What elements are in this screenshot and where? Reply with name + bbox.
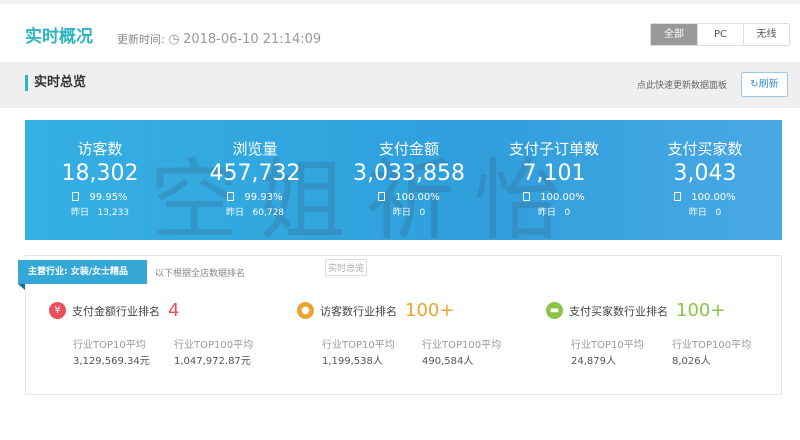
refresh-button[interactable]: ↻刷新 xyxy=(741,72,788,97)
refresh-label: 刷新 xyxy=(758,79,779,90)
refresh-icon: ↻ xyxy=(750,79,759,90)
update-time-value: 2018-06-10 21:14:09 xyxy=(183,32,322,47)
kpi-pct: 100.00% xyxy=(334,192,484,203)
rank-value: 100+ xyxy=(405,300,455,321)
update-label: 更新时间: xyxy=(117,33,165,46)
kpi-visitors: 访客数 18,302 99.95% 昨日 13,233 xyxy=(25,138,175,218)
industry-badge: 主营行业: 女装/女士精品 xyxy=(18,260,147,284)
section-title: 实时总览 xyxy=(25,75,86,91)
kpi-value: 457,732 xyxy=(209,161,301,186)
kpi-payment-amount: 支付金额 3,033,858 100.00% 昨日 0 xyxy=(334,138,484,218)
stat-top100: 行业TOP100平均 490,584人 xyxy=(422,340,502,367)
update-time: 更新时间: ◷ 2018-06-10 21:14:09 xyxy=(117,31,321,47)
rank-visitors: ● 访客数行业排名 100+ xyxy=(297,300,454,321)
user-icon: ● xyxy=(297,302,314,319)
industry-subtitle: 以下根据全店数据排名 xyxy=(155,269,246,279)
refresh-hint: 点此快速更新数据面板 xyxy=(637,81,728,91)
tab-wireless[interactable]: 无线 xyxy=(743,24,789,45)
phone-icon xyxy=(523,192,531,201)
kpi-yesterday: 昨日 0 xyxy=(537,208,571,218)
clock-icon: ◷ xyxy=(168,32,180,47)
yuan-icon: ¥ xyxy=(49,302,66,319)
kpi-pct: 99.93% xyxy=(180,192,330,203)
stat-top10: 行业TOP10平均 1,199,538人 xyxy=(322,340,395,367)
phone-icon xyxy=(72,192,80,201)
kpi-label: 支付子订单数 xyxy=(508,140,599,158)
kpi-pct: 99.95% xyxy=(25,192,175,203)
phone-icon xyxy=(674,192,682,201)
rank-name: 支付买家数行业排名 xyxy=(569,304,668,318)
page-title: 实时概况 xyxy=(25,27,93,47)
rank-value: 100+ xyxy=(676,300,726,321)
rank-buyers: ▬ 支付买家数行业排名 100+ xyxy=(546,300,725,321)
kpi-buyers: 支付买家数 3,043 100.00% 昨日 0 xyxy=(630,138,780,218)
kpi-yesterday: 昨日 0 xyxy=(392,208,426,218)
kpi-value: 3,033,858 xyxy=(353,161,465,186)
tab-pc[interactable]: PC xyxy=(697,24,743,45)
wallet-icon: ▬ xyxy=(546,302,563,319)
kpi-pct: 100.00% xyxy=(479,192,629,203)
kpi-value: 3,043 xyxy=(673,161,737,186)
kpi-suborders: 支付子订单数 7,101 100.00% 昨日 0 xyxy=(479,138,629,218)
kpi-yesterday: 昨日 60,728 xyxy=(225,208,285,218)
kpi-value: 7,101 xyxy=(522,161,586,186)
kpi-label: 支付买家数 xyxy=(667,140,743,158)
phone-icon xyxy=(227,192,235,201)
stat-top10: 行业TOP10平均 3,129,569.34元 xyxy=(73,340,150,367)
device-tabs: 全部 PC 无线 xyxy=(650,23,790,46)
rank-name: 支付金额行业排名 xyxy=(72,304,160,318)
kpi-yesterday: 昨日 0 xyxy=(688,208,722,218)
stat-top100: 行业TOP100平均 8,026人 xyxy=(672,340,752,367)
kpi-pageviews: 浏览量 457,732 99.93% 昨日 60,728 xyxy=(180,138,330,218)
kpi-label: 支付金额 xyxy=(378,140,439,158)
stamp: 实时总览 xyxy=(325,259,368,276)
rank-name: 访客数行业排名 xyxy=(320,304,397,318)
phone-icon xyxy=(378,192,386,201)
kpi-label: 浏览量 xyxy=(232,140,278,158)
kpi-value: 18,302 xyxy=(61,161,139,186)
badge-fold xyxy=(18,284,25,290)
rank-payment: ¥ 支付金额行业排名 4 xyxy=(49,300,179,321)
tab-all[interactable]: 全部 xyxy=(651,24,697,45)
rank-value: 4 xyxy=(168,300,180,321)
stat-top10: 行业TOP10平均 24,879人 xyxy=(571,340,644,367)
stat-top100: 行业TOP100平均 1,047,972.87元 xyxy=(174,340,254,367)
kpi-label: 访客数 xyxy=(77,140,123,158)
kpi-pct: 100.00% xyxy=(630,192,780,203)
kpi-yesterday: 昨日 13,233 xyxy=(70,208,130,218)
